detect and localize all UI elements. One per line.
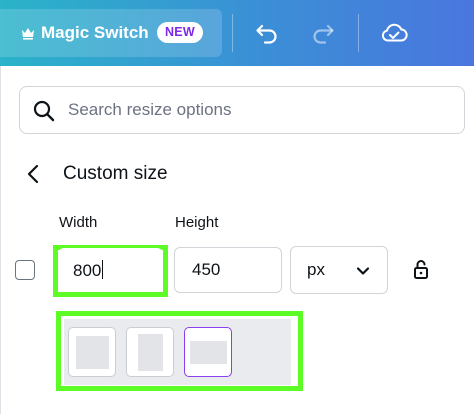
chevron-down-icon bbox=[356, 267, 370, 275]
search-icon bbox=[33, 100, 55, 122]
text-caret bbox=[102, 260, 104, 279]
unit-value: px bbox=[307, 260, 325, 279]
magic-switch-button[interactable]: Magic Switch NEW bbox=[0, 9, 222, 57]
back-chevron-icon[interactable] bbox=[22, 161, 46, 187]
panel-border bbox=[0, 66, 1, 414]
orientation-presets bbox=[64, 319, 291, 385]
height-input[interactable]: 450 bbox=[174, 247, 282, 293]
undo-icon[interactable] bbox=[254, 20, 280, 46]
magic-switch-label: Magic Switch bbox=[41, 23, 149, 42]
crown-icon bbox=[22, 28, 34, 40]
width-label: Width bbox=[59, 214, 98, 231]
search-input[interactable]: Search resize options bbox=[19, 86, 465, 134]
height-value: 450 bbox=[192, 260, 221, 279]
preset-portrait[interactable] bbox=[126, 327, 174, 377]
unlock-icon[interactable] bbox=[411, 257, 431, 281]
square-shape bbox=[76, 336, 109, 369]
top-toolbar: Magic Switch NEW bbox=[0, 0, 474, 66]
toolbar-divider bbox=[358, 14, 359, 52]
cloud-saved-icon[interactable] bbox=[380, 20, 408, 46]
toolbar-divider bbox=[232, 14, 233, 52]
preset-landscape[interactable] bbox=[184, 327, 232, 377]
portrait-shape bbox=[138, 334, 163, 371]
page-title: Custom size bbox=[63, 163, 168, 184]
landscape-shape bbox=[190, 341, 227, 364]
unit-select[interactable]: px bbox=[290, 246, 388, 294]
height-label: Height bbox=[175, 214, 219, 231]
redo-icon[interactable] bbox=[310, 20, 336, 46]
keep-ratio-checkbox[interactable] bbox=[15, 260, 35, 280]
width-input[interactable]: 800 bbox=[58, 248, 163, 292]
preset-square[interactable] bbox=[68, 327, 116, 377]
new-badge: NEW bbox=[157, 22, 203, 43]
search-placeholder: Search resize options bbox=[68, 100, 232, 119]
width-value: 800 bbox=[73, 261, 102, 280]
